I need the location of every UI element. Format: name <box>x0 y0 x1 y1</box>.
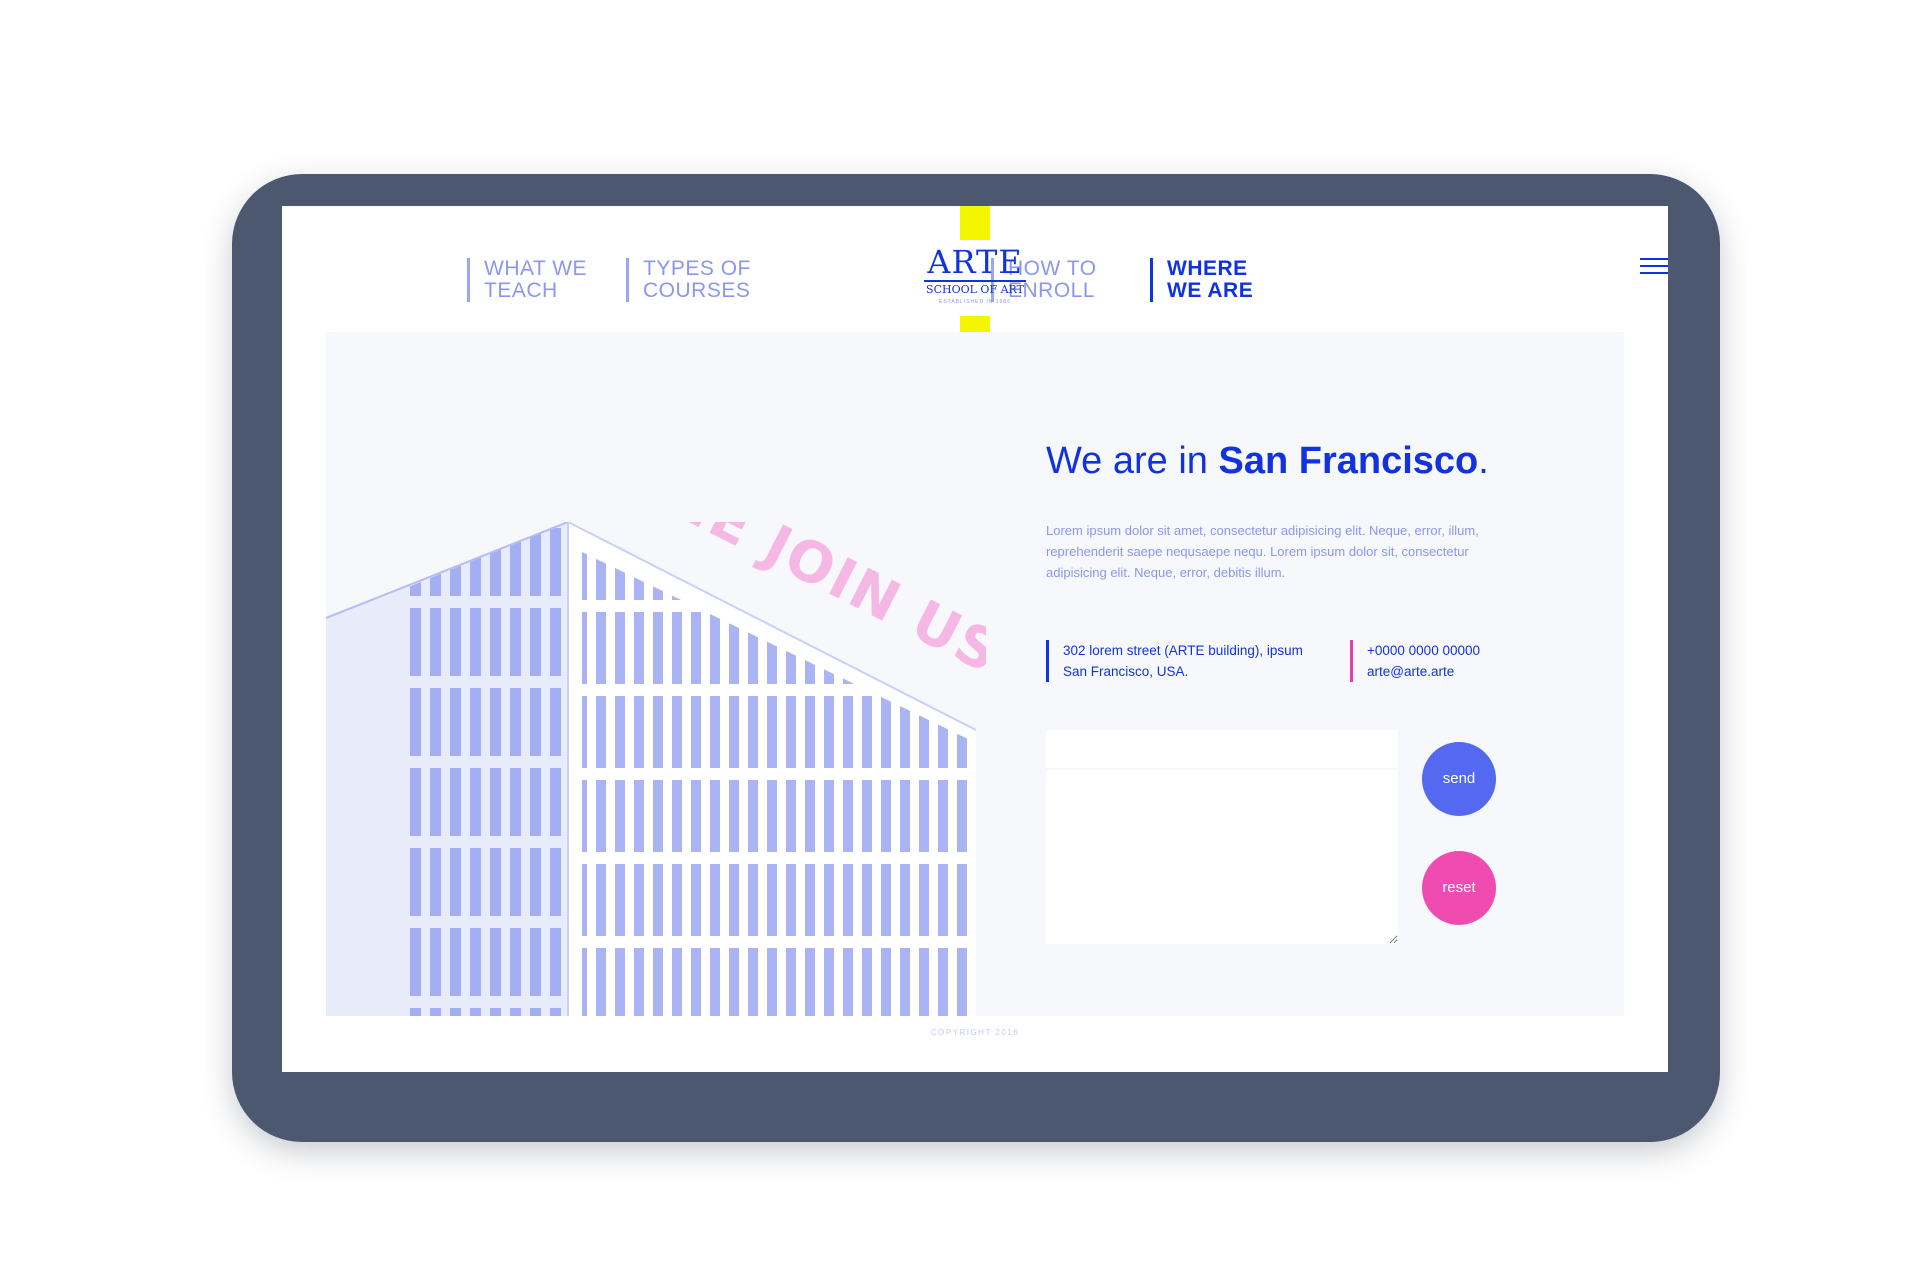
location-heading: We are in San Francisco. <box>1046 440 1489 483</box>
heading-suffix: . <box>1478 440 1489 482</box>
address-line-1: 302 lorem street (ARTE building), ipsum <box>1063 643 1303 658</box>
address-line-2: San Francisco, USA. <box>1063 664 1189 679</box>
nav-what-we-teach[interactable]: WHAT WE TEACH <box>467 258 587 302</box>
contact-input[interactable] <box>1046 730 1398 768</box>
building-illustration: COME JOIN US! <box>326 522 986 1016</box>
logo[interactable]: ARTE SCHOOL OF ART ESTABLISHED IN 1986 <box>922 244 1028 306</box>
location-description: Lorem ipsum dolor sit amet, consectetur … <box>1046 523 1479 580</box>
phone-number: +0000 0000 00000 <box>1367 643 1480 658</box>
address-block: 302 lorem street (ARTE building), ipsum … <box>1046 640 1329 682</box>
send-button[interactable]: send <box>1422 742 1496 816</box>
reset-button[interactable]: reset <box>1422 851 1496 925</box>
heading-city: San Francisco <box>1218 440 1479 482</box>
message-textarea[interactable] <box>1046 770 1398 944</box>
hamburger-menu-icon[interactable] <box>1640 258 1668 280</box>
content-panel: COME JOIN US! We are in San Francisco. L… <box>326 332 1624 1016</box>
ribbon-top <box>960 206 990 240</box>
menu-line <box>1640 265 1668 267</box>
building-left-windows <box>406 522 568 1016</box>
nav-types-of-courses[interactable]: TYPES OF COURSES <box>626 258 751 302</box>
menu-line <box>1640 272 1668 274</box>
nav-where-we-are[interactable]: WHERE WE ARE <box>1150 258 1253 302</box>
menu-line <box>1640 258 1668 260</box>
logo-title: ARTE <box>927 243 1023 281</box>
email-address[interactable]: arte@arte.arte <box>1367 661 1547 682</box>
contact-block: +0000 0000 00000 arte@arte.arte <box>1350 640 1547 682</box>
heading-prefix: We are in <box>1046 440 1219 482</box>
logo-established: ESTABLISHED IN 1986 <box>939 299 1011 305</box>
website-screen: WHAT WE TEACH TYPES OF COURSES HOW TO EN… <box>282 206 1668 1072</box>
logo-subtitle: SCHOOL OF ART <box>926 283 1024 296</box>
copyright: COPYRIGHT 2016 <box>930 1028 1020 1037</box>
